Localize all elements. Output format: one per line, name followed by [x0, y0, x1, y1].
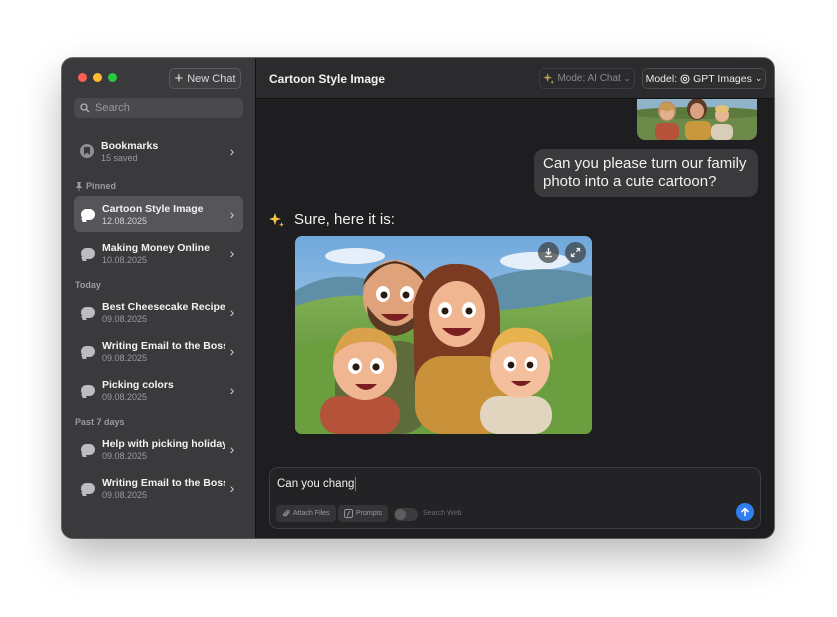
pin-icon: [76, 181, 82, 191]
download-icon: [545, 248, 552, 258]
chat-item-date: 10.08.2025: [102, 254, 148, 265]
chat-bubble-icon: [81, 443, 95, 455]
bookmark-icon: [80, 144, 94, 158]
section-past-7-days: Past 7 days: [75, 417, 125, 427]
search-placeholder: Search: [95, 102, 130, 114]
send-button[interactable]: [736, 503, 754, 521]
chat-header: Cartoon Style Image Mode: AI Chat ⌄ Mode…: [256, 58, 774, 99]
section-pinned-label: Pinned: [86, 181, 117, 191]
section-today: Today: [75, 280, 101, 290]
text-caret: [355, 477, 357, 491]
attach-files-label: Attach Files: [293, 510, 330, 517]
chevron-right-icon: ›: [229, 143, 235, 159]
minimize-window-button[interactable]: [93, 73, 102, 82]
chat-item-title: Best Cheesecake Recipe: [102, 300, 225, 313]
chat-bubble-icon: [81, 384, 95, 396]
paperclip-icon: [282, 509, 290, 517]
chevron-right-icon: ›: [229, 382, 235, 398]
composer-text: Can you chang: [277, 478, 355, 490]
sparkle-icon: [269, 212, 284, 227]
slash-command-icon: [344, 509, 353, 518]
mode-label: Mode: AI Chat: [557, 73, 621, 84]
app-window: + New Chat Search Bookmarks 15 saved › P…: [62, 58, 774, 538]
assistant-text: Sure, here it is:: [294, 211, 395, 228]
chat-item-date: 09.08.2025: [102, 313, 148, 324]
chat-item-title: Making Money Online: [102, 241, 210, 254]
chevron-right-icon: ›: [229, 245, 235, 261]
chat-item-date: 09.08.2025: [102, 450, 148, 461]
search-web-label: Search Web: [423, 510, 462, 517]
chat-bubble-icon: [81, 208, 95, 220]
openai-icon: [680, 73, 690, 84]
composer-input[interactable]: Can you chang: [277, 477, 357, 491]
chat-item-writing-email-boss[interactable]: Writing Email to the Boss 09.08.2025 ›: [74, 333, 243, 369]
chat-item-writing-email-boss-2[interactable]: Writing Email to the Boss 09.08.2025 ›: [74, 470, 243, 506]
search-input[interactable]: Search: [74, 98, 243, 118]
chat-item-making-money-online[interactable]: Making Money Online 10.08.2025 ›: [74, 235, 243, 271]
chat-item-cartoon-style-image[interactable]: Cartoon Style Image 12.08.2025 ›: [74, 196, 243, 232]
chat-item-help-picking-holiday[interactable]: Help with picking holiday 09.08.2025 ›: [74, 431, 243, 467]
sparkle-icon: [543, 73, 555, 84]
search-web-toggle[interactable]: [394, 508, 418, 521]
search-icon: [80, 103, 90, 113]
message-composer[interactable]: Can you chang Attach Files Prompts Searc…: [269, 467, 761, 529]
model-selector[interactable]: Model: GPT Images ⌄: [642, 68, 766, 89]
chat-bubble-icon: [81, 345, 95, 357]
user-message-bubble: Can you please turn our family photo int…: [534, 149, 758, 197]
bookmarks-count: 15 saved: [101, 152, 138, 163]
chat-item-title: Picking colors: [102, 378, 174, 391]
new-chat-button[interactable]: + New Chat: [169, 68, 241, 89]
chat-item-title: Writing Email to the Boss: [102, 476, 225, 489]
bookmarks-item[interactable]: Bookmarks 15 saved ›: [74, 134, 243, 168]
chat-item-date: 09.08.2025: [102, 489, 148, 500]
chevron-down-icon: ⌄: [754, 73, 763, 83]
chat-item-date: 09.08.2025: [102, 391, 148, 402]
chevron-right-icon: ›: [229, 343, 235, 359]
chevron-right-icon: ›: [229, 480, 235, 496]
chat-item-date: 09.08.2025: [102, 352, 148, 363]
mode-selector[interactable]: Mode: AI Chat ⌄: [539, 68, 635, 89]
chat-item-best-cheesecake-recipe[interactable]: Best Cheesecake Recipe 09.08.2025 ›: [74, 294, 243, 330]
model-prefix: Model:: [645, 72, 678, 85]
chat-item-date: 12.08.2025: [102, 215, 148, 226]
chevron-right-icon: ›: [229, 441, 235, 457]
arrow-up-icon: [741, 507, 749, 517]
chat-item-picking-colors[interactable]: Picking colors 09.08.2025 ›: [74, 372, 243, 408]
chat-item-title: Writing Email to the Boss: [102, 339, 225, 352]
chat-title: Cartoon Style Image: [269, 72, 386, 86]
attach-files-button[interactable]: Attach Files: [276, 505, 336, 522]
section-pinned: Pinned: [75, 181, 116, 191]
uploaded-photo-thumbnail[interactable]: [637, 99, 757, 140]
cartoon-family-illustration: [295, 236, 592, 434]
bookmarks-title: Bookmarks: [101, 139, 159, 152]
generated-cartoon-image[interactable]: [295, 236, 592, 434]
plus-icon: +: [174, 70, 184, 87]
expand-icon: [570, 247, 581, 258]
chat-bubble-icon: [81, 306, 95, 318]
prompts-button[interactable]: Prompts: [338, 505, 389, 522]
chat-main: Cartoon Style Image Mode: AI Chat ⌄ Mode…: [256, 58, 774, 538]
new-chat-label: New Chat: [187, 72, 236, 85]
chevron-right-icon: ›: [229, 206, 235, 222]
chevron-right-icon: ›: [229, 304, 235, 320]
sidebar: + New Chat Search Bookmarks 15 saved › P…: [62, 58, 256, 538]
chat-item-title: Cartoon Style Image: [102, 202, 204, 215]
model-name: GPT Images: [693, 72, 752, 85]
chevron-down-icon: ⌄: [623, 74, 631, 83]
prompts-label: Prompts: [356, 510, 383, 517]
assistant-message: Sure, here it is:: [269, 211, 395, 228]
close-window-button[interactable]: [78, 73, 87, 82]
chat-bubble-icon: [81, 482, 95, 494]
download-image-button[interactable]: [538, 242, 559, 263]
chat-bubble-icon: [81, 247, 95, 259]
chat-item-title: Help with picking holiday: [102, 437, 225, 450]
zoom-window-button[interactable]: [108, 73, 117, 82]
expand-image-button[interactable]: [565, 242, 586, 263]
